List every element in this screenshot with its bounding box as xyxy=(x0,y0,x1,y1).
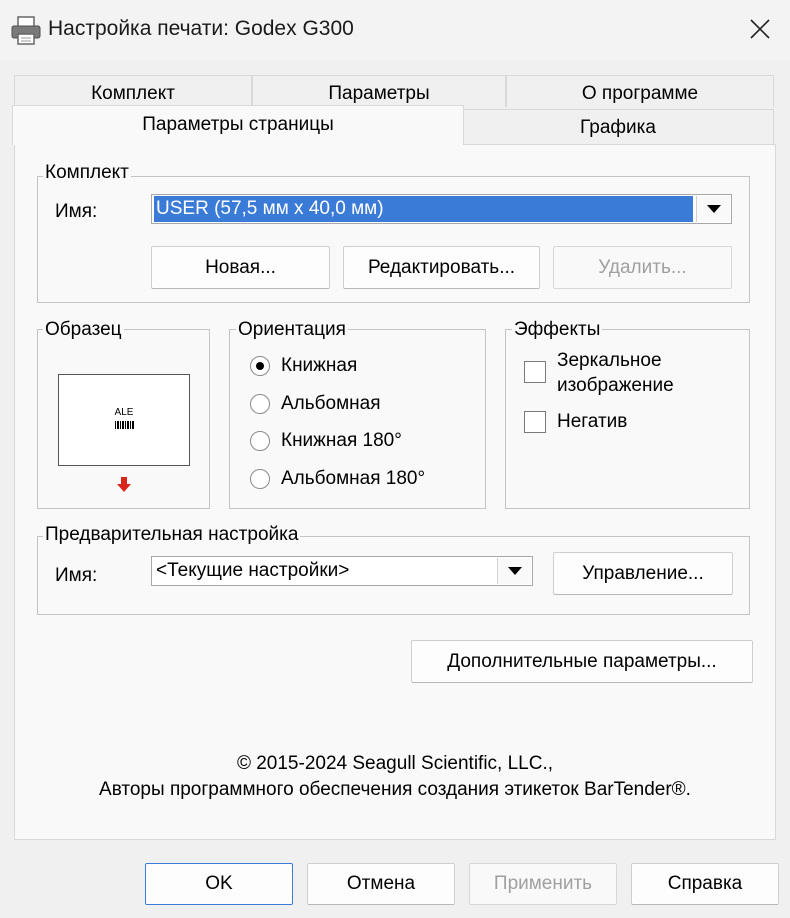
orientation-label-portrait: Книжная xyxy=(281,355,358,376)
orientation-label-portrait-180: Книжная 180° xyxy=(281,430,402,451)
window-title: Настройка печати: Godex G300 xyxy=(48,17,354,40)
orientation-radio-landscape[interactable] xyxy=(250,394,270,414)
orientation-radio-portrait[interactable] xyxy=(250,356,270,376)
apply-button[interactable]: Применить xyxy=(469,863,617,905)
close-button[interactable] xyxy=(738,8,782,50)
ok-button[interactable]: OK xyxy=(145,863,293,905)
manage-button[interactable]: Управление... xyxy=(553,552,733,595)
help-button[interactable]: Справка xyxy=(631,863,779,905)
sample-preview-text: ALE xyxy=(114,407,134,418)
orientation-radio-portrait-180[interactable] xyxy=(250,431,270,451)
printer-icon xyxy=(10,16,44,46)
new-button[interactable]: Новая... xyxy=(151,246,330,289)
preset-name-combo[interactable]: <Текущие настройки> xyxy=(151,556,533,586)
effects-legend: Эффекты xyxy=(512,319,603,341)
tab-about[interactable]: О программе xyxy=(506,75,774,107)
close-icon xyxy=(750,19,770,39)
negative-label: Негатив xyxy=(557,411,628,432)
orientation-legend: Ориентация xyxy=(236,319,348,341)
copyright-line-2: Авторы программного обеспечения создания… xyxy=(99,779,691,800)
tab-page-settings[interactable]: Параметры страницы xyxy=(12,105,464,145)
mirror-label-line2: изображение xyxy=(557,375,674,396)
preset-name-label: Имя: xyxy=(55,565,98,586)
chevron-down-icon[interactable] xyxy=(497,558,531,584)
kit-name-label: Имя: xyxy=(55,201,98,222)
tab-parameters[interactable]: Параметры xyxy=(252,75,506,107)
kit-legend: Комплект xyxy=(43,162,131,184)
delete-button[interactable]: Удалить... xyxy=(553,246,732,289)
orientation-label-landscape: Альбомная xyxy=(281,393,381,414)
sample-legend: Образец xyxy=(43,319,124,341)
kit-name-combo[interactable]: USER (57,5 мм x 40,0 мм) xyxy=(151,194,732,224)
mirror-checkbox[interactable] xyxy=(524,361,546,383)
negative-checkbox[interactable] xyxy=(524,411,546,433)
barcode-icon xyxy=(115,421,135,429)
edit-button[interactable]: Редактировать... xyxy=(343,246,540,289)
kit-name-value: USER (57,5 мм x 40,0 мм) xyxy=(154,196,693,222)
tab-kit[interactable]: Комплект xyxy=(14,75,252,107)
arrow-down-icon xyxy=(116,476,132,494)
orientation-radio-landscape-180[interactable] xyxy=(250,469,270,489)
chevron-down-icon[interactable] xyxy=(696,196,730,222)
sample-preview: ALE xyxy=(58,374,190,466)
copyright-line-1: © 2015-2024 Seagull Scientific, LLC., xyxy=(236,753,554,774)
preset-legend: Предварительная настройка xyxy=(43,524,301,546)
advanced-options-button[interactable]: Дополнительные параметры... xyxy=(411,640,753,683)
preset-name-value: <Текущие настройки> xyxy=(156,560,350,581)
orientation-label-landscape-180: Альбомная 180° xyxy=(281,468,426,489)
mirror-label: Зеркальное xyxy=(557,350,662,371)
cancel-button[interactable]: Отмена xyxy=(307,863,455,905)
tab-graphics[interactable]: Графика xyxy=(462,109,774,145)
